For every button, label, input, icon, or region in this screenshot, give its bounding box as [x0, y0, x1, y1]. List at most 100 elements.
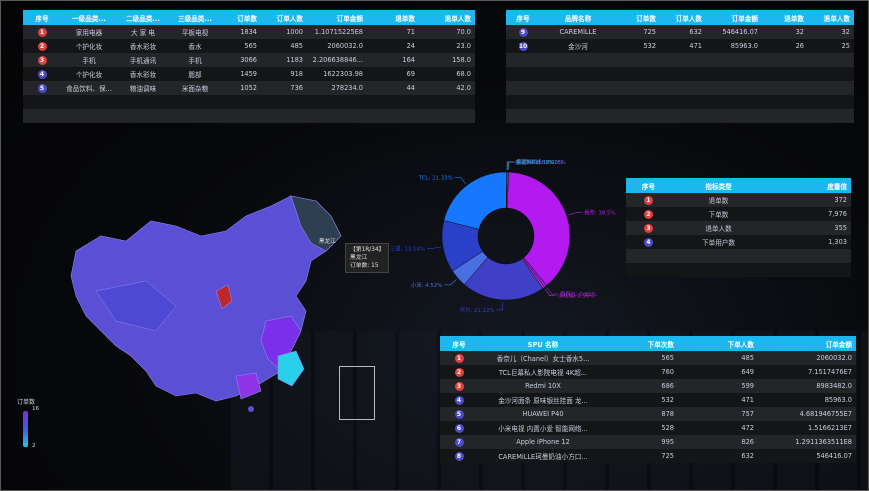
table4-header-3[interactable]: 下单人数	[678, 336, 758, 351]
brand-share-donut-chart[interactable]: 金沙河面条: 0.03%索尼MI: 0.32%香奈: 38.5%香奈儿: 0.6…	[381, 151, 631, 321]
rank-badge: 1	[454, 353, 464, 363]
empty-cell	[506, 95, 540, 109]
empty-cell	[540, 81, 616, 95]
table3-header-1[interactable]: 指标类型	[671, 178, 766, 193]
empty-cell	[762, 95, 808, 109]
table-row[interactable]: 3 手机 手机通讯 手机 3066 1183 2.206638846... 164 158.0	[23, 53, 475, 67]
table4-header-2[interactable]: 下单次数	[608, 336, 678, 351]
table2-header-3[interactable]: 订单人数	[660, 10, 706, 25]
table-row[interactable]: 4 下单用户数 1,303	[626, 235, 851, 249]
table2-header-2[interactable]: 订单数	[616, 10, 660, 25]
table2-header-1[interactable]: 品牌名称	[540, 10, 616, 25]
donut-slice[interactable]	[443, 171, 507, 230]
empty-cell	[117, 95, 169, 109]
table-cell: 532	[608, 393, 678, 407]
rank-badge: 4	[37, 69, 47, 79]
table-cell: 2060032.0	[758, 351, 856, 365]
table-row[interactable]	[23, 95, 475, 109]
table-cell: 平板电视	[169, 25, 221, 39]
rank-badge: 1	[644, 195, 653, 205]
table1-header-7[interactable]: 退单数	[367, 10, 419, 25]
table-row[interactable]: 3 退单人数 355	[626, 221, 851, 235]
table1-header-3[interactable]: 三级品类...	[169, 10, 221, 25]
table-row[interactable]	[23, 109, 475, 123]
table-row[interactable]	[626, 263, 851, 277]
empty-cell	[808, 53, 854, 67]
table-row[interactable]: 5 HUAWEI P40 878 757 4.681946755E7	[440, 407, 856, 421]
category-orders-table: 序号 一级品类... 二级品类... 三级品类... 订单数 订单人数 订单金额 退单数 退单人…	[23, 10, 475, 123]
table-cell: 32	[808, 25, 854, 39]
empty-cell	[762, 67, 808, 81]
row-rank-cell: 3	[440, 379, 478, 393]
table-row[interactable]	[506, 81, 854, 95]
table-row[interactable]	[506, 109, 854, 123]
table-row[interactable]	[506, 67, 854, 81]
table-cell: 32	[762, 25, 808, 39]
map-legend-max: 16	[32, 406, 40, 412]
table3-header-2[interactable]: 度量值	[766, 178, 851, 193]
row-rank-cell: 10	[506, 39, 540, 53]
table-row[interactable]: 8 CAREMiLLE珂曼奶油小方口... 725 632 546416.07	[440, 449, 856, 463]
table4-header-1[interactable]: SPU 名称	[478, 336, 608, 351]
table-row[interactable]: 1 退单数 372	[626, 193, 851, 207]
table-row[interactable]: 4 个护化妆 香水彩妆 腮部 1459 918 1622303.98 69 68.0	[23, 67, 475, 81]
table2-header-5[interactable]: 退单数	[762, 10, 808, 25]
table-row[interactable]: 1 香奈儿（Chanel）女士香水5... 565 485 2060032.0	[440, 351, 856, 365]
table1-header-0[interactable]: 序号	[23, 10, 61, 25]
table-row[interactable]: 2 个护化妆 香水彩妆 香水 565 485 2060032.0 24 23.0	[23, 39, 475, 53]
table-row[interactable]: 2 TCL巨幕私人影院电视 4K超... 760 649 7.1517476E7	[440, 365, 856, 379]
table1-header-8[interactable]: 退单人数	[419, 10, 475, 25]
empty-cell	[616, 95, 660, 109]
table2-header-6[interactable]: 退单人数	[808, 10, 854, 25]
table-row[interactable]: 9 CAREMiLLE 725 632 546416.07 32 32	[506, 25, 854, 39]
table-row[interactable]: 1 家用电器大 家 电平板电视 1834 1000 1.10715225E8 71 70.0	[23, 25, 475, 39]
table-cell: 546416.07	[758, 449, 856, 463]
table-cell: 995	[608, 435, 678, 449]
table1-header-5[interactable]: 订单人数	[261, 10, 307, 25]
table2-header-0[interactable]: 序号	[506, 10, 540, 25]
rank-badge: 2	[454, 367, 464, 377]
table-row[interactable]: 3 Redmi 10X 686 599 8983482.0	[440, 379, 856, 393]
table1-header-1[interactable]: 一级品类...	[61, 10, 117, 25]
table-cell: 44	[367, 81, 419, 95]
table1-header-6[interactable]: 订单金额	[307, 10, 367, 25]
table2-header-4[interactable]: 订单金额	[706, 10, 762, 25]
map-region-highlight[interactable]	[277, 350, 305, 387]
empty-cell	[626, 263, 671, 277]
map-region-south[interactable]	[235, 372, 262, 400]
empty-cell	[762, 81, 808, 95]
rank-badge: 10	[518, 41, 528, 51]
table1-header-4[interactable]: 订单数	[221, 10, 261, 25]
table-row[interactable]	[506, 53, 854, 67]
table-row[interactable]: 6 小米电视 内置小爱 智能网络... 528 472 1.5166213E7	[440, 421, 856, 435]
empty-cell	[307, 109, 367, 123]
table-row[interactable]: 7 Apple iPhone 12 995 826 1.2911363511E8	[440, 435, 856, 449]
table1-header-2[interactable]: 二级品类...	[117, 10, 169, 25]
table-cell: 粮油调味	[117, 81, 169, 95]
table-cell: 7,976	[766, 207, 851, 221]
empty-cell	[762, 109, 808, 123]
table-cell: 85963.0	[758, 393, 856, 407]
table-cell: 香水彩妆	[117, 39, 169, 53]
table4-header-4[interactable]: 订单金额	[758, 336, 856, 351]
table-row[interactable]	[506, 95, 854, 109]
empty-cell	[506, 81, 540, 95]
row-rank-cell: 8	[440, 449, 478, 463]
table-cell: 725	[616, 25, 660, 39]
table-row[interactable]: 4 金沙河面条 原味银丝挂面 龙... 532 471 85963.0	[440, 393, 856, 407]
china-order-map[interactable]	[56, 181, 356, 421]
table4-header-0[interactable]: 序号	[440, 336, 478, 351]
rank-badge: 5	[454, 409, 464, 419]
map-legend-gradient[interactable]	[23, 411, 28, 447]
empty-cell	[706, 81, 762, 95]
table3-header-0[interactable]: 序号	[626, 178, 671, 193]
table-cell: 下单用户数	[671, 235, 766, 249]
table-cell: 个护化妆	[61, 39, 117, 53]
map-region-hainan[interactable]	[248, 406, 254, 412]
donut-slice-label: CAREMiLLE: 0.16%	[515, 160, 566, 166]
table-row[interactable]: 10 金沙河 532 471 85963.0 26 25	[506, 39, 854, 53]
donut-label-line	[568, 212, 583, 216]
table-row[interactable]	[626, 249, 851, 263]
table-row[interactable]: 2 下单数 7,976	[626, 207, 851, 221]
table-row[interactable]: 5 食品饮料、保... 粮油调味 米面杂粮 1052 736 278234.0 44 42.0	[23, 81, 475, 95]
